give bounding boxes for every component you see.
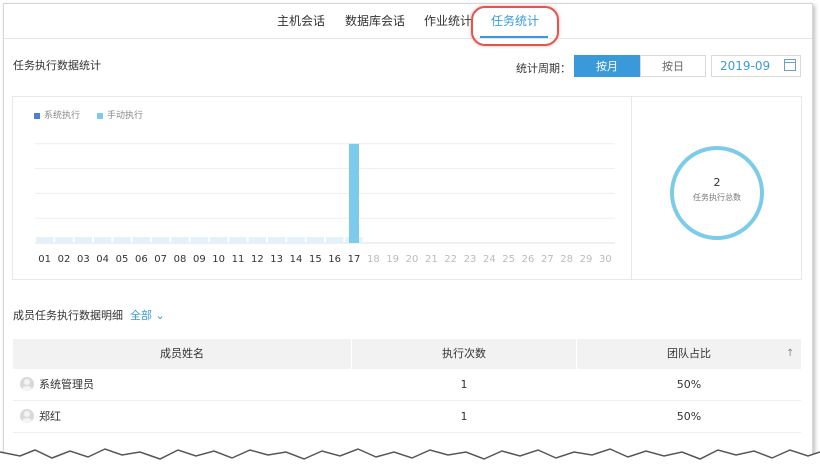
bar-background	[36, 237, 54, 243]
bar-background	[210, 237, 228, 243]
by-month-button[interactable]: 按月	[574, 55, 640, 77]
x-tick-label: 08	[174, 254, 187, 265]
by-day-button[interactable]: 按日	[640, 55, 706, 77]
col-member-name[interactable]: 成员姓名	[13, 339, 351, 369]
bar-background	[132, 237, 150, 243]
x-tick-label: 28	[560, 254, 573, 265]
x-tick-label: 04	[96, 254, 109, 265]
bar-background	[171, 237, 189, 243]
tab-task-stats[interactable]: 任务统计	[491, 12, 539, 29]
card-divider	[631, 97, 632, 279]
x-tick-label: 26	[522, 254, 535, 265]
month-picker[interactable]: 2019-09	[711, 55, 801, 77]
x-tick-label: 27	[541, 254, 554, 265]
avatar	[20, 377, 34, 391]
x-tick-label: 03	[77, 254, 90, 265]
member-name: 郑红	[39, 410, 61, 423]
x-tick-label: 10	[212, 254, 225, 265]
sort-up-arrow-icon[interactable]: ↑	[786, 348, 794, 359]
x-tick-label: 09	[193, 254, 206, 265]
x-tick-label: 23	[464, 254, 477, 265]
month-value: 2019-09	[720, 59, 771, 73]
x-tick-label: 17	[348, 254, 361, 265]
x-tick-label: 21	[425, 254, 438, 265]
x-tick-label: 02	[58, 254, 71, 265]
table-row[interactable]: 系统管理员 1 50%	[13, 369, 801, 401]
detail-title: 成员任务执行数据明细	[13, 309, 123, 322]
task-bar-chart: 01 02 03 04 05 06 07 08 09 10 11 12 13 14 15 16 17 18 19 20…	[35, 143, 615, 265]
column-separator	[351, 339, 352, 369]
x-tick-label: 19	[386, 254, 399, 265]
x-tick-label: 16	[328, 254, 341, 265]
active-tab-indicator	[480, 36, 548, 38]
exec-count: 1	[460, 410, 468, 423]
bar-background	[306, 237, 324, 243]
x-tick-label: 22	[444, 254, 457, 265]
x-tick-label: 20	[406, 254, 419, 265]
chart-card: 系统执行 手动执行 01 02 03 04 05 06 07 08 09 10 11 12 13 14 15…	[12, 96, 802, 280]
tab-database-session[interactable]: 数据库会话	[345, 12, 405, 29]
x-tick-label: 11	[232, 254, 245, 265]
total-label: 任务执行总数	[693, 193, 741, 202]
bar-background	[268, 237, 286, 243]
tab-job-stats[interactable]: 作业统计	[424, 12, 472, 29]
bar-background	[113, 237, 131, 243]
x-tick-label: 25	[502, 254, 515, 265]
x-tick-label: 29	[580, 254, 593, 265]
x-tick-label: 07	[154, 254, 167, 265]
member-name: 系统管理员	[39, 378, 94, 391]
team-share: 50%	[676, 378, 702, 391]
tab-host-session[interactable]: 主机会话	[277, 12, 325, 29]
tab-bar: 主机会话 数据库会话 作业统计 任务统计	[4, 4, 812, 46]
stats-title: 任务执行数据统计	[13, 59, 101, 72]
bar-background	[326, 237, 344, 243]
column-separator	[576, 339, 577, 369]
x-tick-label: 06	[135, 254, 148, 265]
x-tick-label: 30	[599, 254, 612, 265]
app-window: 主机会话 数据库会话 作业统计 任务统计 任务执行数据统计 统计周期： 按月 按…	[3, 3, 813, 467]
member-filter-dropdown[interactable]: 全部 ⌄	[130, 307, 165, 323]
period-label: 统计周期：	[516, 62, 571, 75]
avatar	[20, 409, 34, 423]
table-header: 成员姓名 执行次数 团队占比	[13, 339, 801, 369]
bar-background	[190, 237, 208, 243]
x-tick-label: 12	[251, 254, 264, 265]
x-tick-label: 01	[38, 254, 51, 265]
x-tick-label: 15	[309, 254, 322, 265]
bar-background	[152, 237, 170, 243]
bar-background	[55, 237, 73, 243]
bar-background	[229, 237, 247, 243]
torn-edge	[0, 448, 820, 474]
table-row[interactable]: 郑红 1 50%	[13, 401, 801, 433]
x-tick-label: 05	[116, 254, 129, 265]
x-tick-label: 14	[290, 254, 303, 265]
calendar-icon[interactable]	[784, 59, 796, 71]
col-team-share[interactable]: 团队占比	[577, 339, 801, 369]
x-tick-label: 13	[270, 254, 283, 265]
team-share: 50%	[676, 410, 702, 423]
bar-background	[94, 237, 112, 243]
x-tick-label: 24	[483, 254, 496, 265]
chevron-down-icon: ⌄	[152, 309, 165, 322]
bar-background	[248, 237, 266, 243]
total-ring: 2 任务执行总数	[670, 146, 764, 240]
col-exec-count[interactable]: 执行次数	[352, 339, 576, 369]
x-tick-label: 18	[367, 254, 380, 265]
exec-count: 1	[460, 378, 468, 391]
bar-background	[74, 237, 92, 243]
filter-label: 全部	[130, 309, 152, 322]
bar-manual	[349, 143, 359, 243]
bar-background	[287, 237, 305, 243]
total-value: 2	[713, 176, 721, 189]
